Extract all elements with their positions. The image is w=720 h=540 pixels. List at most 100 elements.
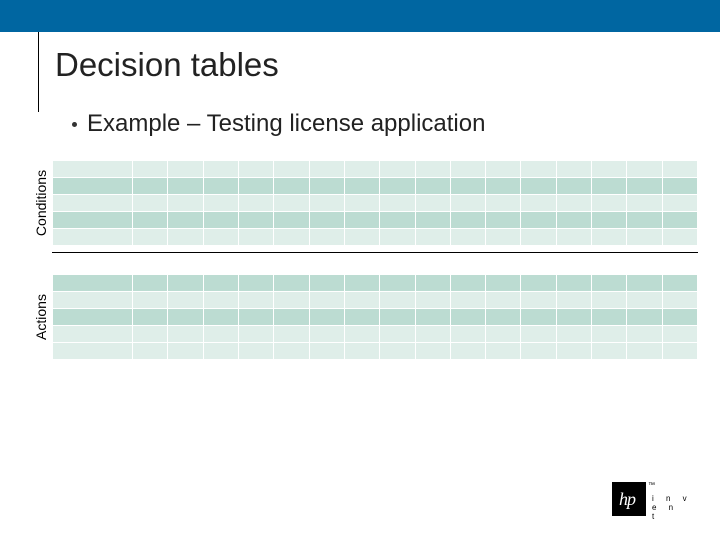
rule-cell — [133, 343, 168, 360]
table-row — [53, 212, 698, 229]
rule-cell — [592, 229, 627, 246]
rule-cell — [627, 309, 662, 326]
rule-cell — [309, 292, 344, 309]
rule-cell — [486, 178, 521, 195]
rule-cell — [556, 326, 591, 343]
bullet-item: Example – Testing license application — [72, 110, 485, 138]
rule-cell — [133, 275, 168, 292]
title-accent-line — [38, 32, 39, 112]
stub-cell — [53, 212, 133, 229]
rule-cell — [309, 178, 344, 195]
rule-cell — [203, 212, 238, 229]
stub-cell — [53, 309, 133, 326]
rule-cell — [380, 178, 415, 195]
rule-cell — [203, 178, 238, 195]
rule-cell — [274, 212, 309, 229]
rule-cell — [168, 178, 203, 195]
rule-cell — [380, 229, 415, 246]
stub-cell — [53, 229, 133, 246]
rule-cell — [344, 326, 379, 343]
stub-cell — [53, 178, 133, 195]
rule-cell — [380, 212, 415, 229]
rule-cell — [662, 326, 697, 343]
rule-cell — [309, 212, 344, 229]
rule-cell — [521, 275, 556, 292]
rule-cell — [168, 343, 203, 360]
rule-cell — [133, 212, 168, 229]
rule-cell — [662, 161, 697, 178]
rule-cell — [521, 195, 556, 212]
rule-cell — [486, 309, 521, 326]
rule-cell — [274, 326, 309, 343]
table-row — [53, 161, 698, 178]
rule-cell — [592, 212, 627, 229]
rule-cell — [344, 292, 379, 309]
rule-cell — [450, 212, 485, 229]
rule-cell — [592, 178, 627, 195]
rule-cell — [486, 212, 521, 229]
rule-cell — [344, 212, 379, 229]
rule-cell — [556, 292, 591, 309]
rule-cell — [380, 275, 415, 292]
stub-cell — [53, 343, 133, 360]
rule-cell — [203, 326, 238, 343]
rule-cell — [168, 309, 203, 326]
rule-cell — [556, 275, 591, 292]
rule-cell — [627, 343, 662, 360]
actions-label: Actions — [30, 274, 52, 360]
rule-cell — [486, 326, 521, 343]
rule-cell — [556, 178, 591, 195]
table-row — [53, 292, 698, 309]
rule-cell — [627, 212, 662, 229]
rule-cell — [415, 195, 450, 212]
rule-cell — [662, 195, 697, 212]
rule-cell — [486, 343, 521, 360]
rule-cell — [662, 292, 697, 309]
rule-cell — [486, 161, 521, 178]
rule-cell — [344, 229, 379, 246]
rule-cell — [344, 195, 379, 212]
rule-cell — [238, 275, 273, 292]
rule-cell — [521, 343, 556, 360]
rule-cell — [662, 343, 697, 360]
hp-logo-text: hp — [619, 489, 635, 510]
slide: Decision tables Example – Testing licens… — [0, 0, 720, 540]
rule-cell — [168, 195, 203, 212]
rule-cell — [274, 275, 309, 292]
rule-cell — [274, 229, 309, 246]
rule-cell — [521, 229, 556, 246]
rule-cell — [415, 326, 450, 343]
rule-cell — [344, 275, 379, 292]
rule-cell — [238, 309, 273, 326]
rule-cell — [662, 229, 697, 246]
rule-cell — [592, 292, 627, 309]
table-row — [53, 343, 698, 360]
rule-cell — [344, 161, 379, 178]
trademark-icon: ™ — [648, 482, 655, 489]
rule-cell — [203, 292, 238, 309]
top-accent-bar — [0, 0, 720, 32]
stub-cell — [53, 161, 133, 178]
rule-cell — [662, 212, 697, 229]
stub-cell — [53, 292, 133, 309]
rule-cell — [450, 161, 485, 178]
rule-cell — [415, 161, 450, 178]
table-row — [53, 178, 698, 195]
rule-cell — [415, 178, 450, 195]
rule-cell — [627, 229, 662, 246]
rule-cell — [415, 275, 450, 292]
rule-cell — [450, 195, 485, 212]
rule-cell — [380, 161, 415, 178]
rule-cell — [450, 309, 485, 326]
rule-cell — [521, 161, 556, 178]
rule-cell — [380, 309, 415, 326]
rule-cell — [168, 292, 203, 309]
hp-tagline: i n v e n t — [652, 494, 692, 521]
rule-cell — [415, 309, 450, 326]
rule-cell — [168, 326, 203, 343]
rule-cell — [309, 326, 344, 343]
bullet-icon — [72, 122, 77, 127]
conditions-grid — [52, 160, 698, 246]
rule-cell — [203, 309, 238, 326]
conditions-section: Conditions — [30, 160, 698, 246]
